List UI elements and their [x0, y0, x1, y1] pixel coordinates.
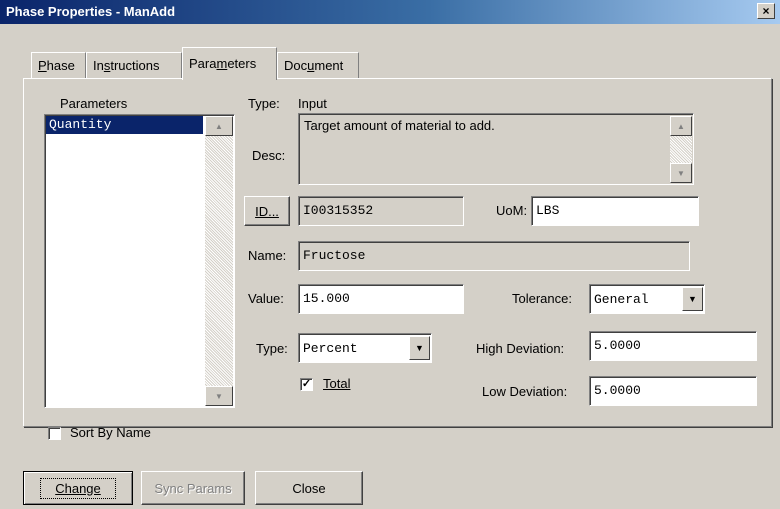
value-label: Value: [248, 291, 284, 306]
list-item[interactable]: Quantity [46, 116, 203, 134]
low-deviation-value: 5.0000 [594, 383, 641, 398]
id-button-label: ID... [255, 203, 279, 219]
tab-phase[interactable]: Phase [31, 52, 86, 78]
tab-parameters-accel: m [216, 56, 228, 71]
list-scroll-down-button[interactable]: ▼ [205, 386, 233, 406]
sort-by-name-label: Sort By Name [70, 425, 151, 440]
low-deviation-field[interactable]: 5.0000 [589, 376, 757, 406]
tab-phase-accel: P [38, 58, 47, 73]
desc-label: Desc: [252, 148, 286, 163]
type-value: Input [298, 96, 327, 111]
name-value: Fructose [303, 248, 366, 263]
tab-document-label: ment [314, 58, 344, 73]
low-deviation-label: Low Deviation: [482, 384, 568, 399]
parameters-heading: Parameters [60, 96, 128, 111]
type-label: Type: [248, 96, 280, 111]
name-field: Fructose [298, 241, 690, 271]
change-button-label: Change [55, 480, 101, 496]
sync-params-button[interactable]: Sync Params [141, 471, 245, 505]
tab-instructions-label: tructions [110, 58, 160, 73]
tolerance-label: Tolerance: [512, 291, 572, 306]
name-label: Name: [248, 248, 287, 263]
desc-scroll-up-button[interactable]: ▲ [670, 116, 692, 136]
tolerance-value: General [594, 292, 649, 307]
id-value: I00315352 [303, 203, 374, 218]
window-title: Phase Properties - ManAdd [6, 4, 176, 19]
close-button[interactable]: Close [255, 471, 363, 505]
high-deviation-label: High Deviation: [476, 341, 565, 356]
list-scrollbar[interactable] [205, 116, 233, 406]
close-window-button[interactable]: × [757, 3, 775, 19]
change-button[interactable]: Change [23, 471, 133, 505]
type2-label: Type: [256, 341, 288, 356]
tolerance-dropdown-button[interactable]: ▼ [682, 287, 703, 311]
tab-parameters-label: eters [227, 56, 257, 71]
type-select-value: Percent [303, 341, 358, 356]
list-item-label: Quantity [49, 117, 112, 132]
check-icon: ✓ [301, 378, 312, 390]
chevron-down-icon: ▼ [688, 294, 697, 304]
chevron-down-icon: ▼ [415, 343, 424, 353]
desc-text: Target amount of material to add. [304, 118, 495, 133]
scroll-down-icon: ▼ [677, 168, 685, 178]
value-field[interactable]: 15.000 [298, 284, 464, 314]
tab-instructions[interactable]: Instructions [86, 52, 182, 78]
uom-value: LBS [536, 203, 560, 218]
value-value: 15.000 [303, 291, 350, 306]
scroll-up-icon: ▲ [677, 121, 685, 131]
sort-by-name-checkbox[interactable] [48, 427, 61, 440]
high-deviation-value: 5.0000 [594, 338, 641, 353]
sync-params-label: Sync Params [154, 480, 232, 496]
close-button-label: Close [292, 480, 326, 496]
type-dropdown-button[interactable]: ▼ [409, 336, 430, 360]
tab-parameters[interactable]: Parameters [182, 47, 277, 80]
id-button[interactable]: ID... [244, 196, 290, 226]
tab-instructions-pre: In [93, 58, 104, 73]
uom-field[interactable]: LBS [531, 196, 699, 226]
desc-scroll-down-button[interactable]: ▼ [670, 163, 692, 183]
focus-rect: Change [40, 477, 116, 499]
total-label-text: Total [323, 376, 351, 391]
tab-document[interactable]: Document [277, 52, 359, 78]
total-checkbox[interactable]: ✓ [300, 378, 313, 391]
close-icon: × [762, 4, 770, 18]
scroll-up-icon: ▲ [215, 121, 223, 131]
tab-phase-label: hase [46, 58, 75, 73]
tab-document-pre: Doc [284, 58, 308, 73]
high-deviation-field[interactable]: 5.0000 [589, 331, 757, 361]
uom-label: UoM: [496, 203, 528, 218]
scroll-down-icon: ▼ [215, 391, 223, 401]
id-field: I00315352 [298, 196, 464, 226]
list-scroll-up-button[interactable]: ▲ [205, 116, 233, 136]
total-label: Total [323, 376, 350, 391]
tab-parameters-pre: Para [189, 56, 217, 71]
